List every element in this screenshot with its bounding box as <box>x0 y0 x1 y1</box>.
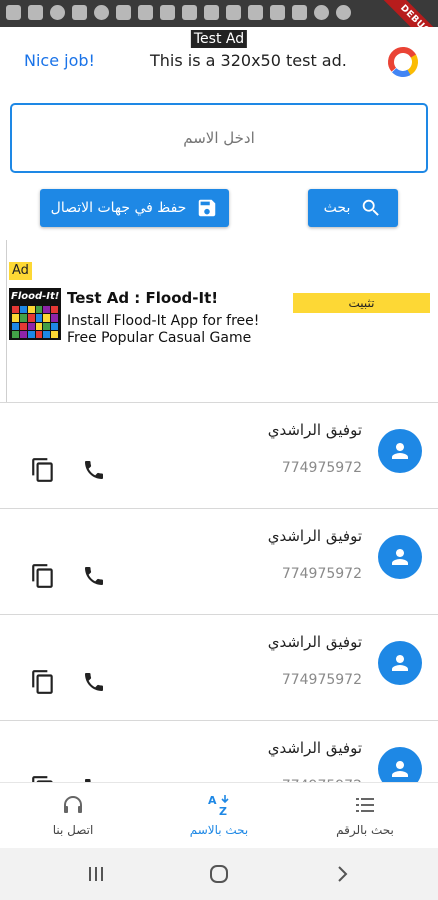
contact-card[interactable]: توفيق الراشدي 774975972 <box>0 508 438 612</box>
notification-icon <box>138 5 153 20</box>
alarm-icon <box>94 5 109 20</box>
bottom-nav: اتصل بنا A Z بحث بالاسم بحث بالرقم <box>0 782 438 848</box>
system-nav-bar <box>0 848 438 900</box>
phone-icon <box>85 673 103 691</box>
call-button[interactable] <box>80 456 108 484</box>
wifi-icon <box>50 5 65 20</box>
sort-az-icon: A Z <box>208 794 229 817</box>
copy-icon <box>32 458 53 482</box>
avatar <box>378 535 422 579</box>
contact-card[interactable]: توفيق الراشدي 774975972 <box>0 614 438 718</box>
whatsapp-icon <box>314 5 329 20</box>
contact-number: 774975972 <box>281 460 362 476</box>
contact-list[interactable]: توفيق الراشدي 774975972 توفيق الراشدي 77… <box>0 402 438 782</box>
person-icon <box>392 655 408 671</box>
notification-icon <box>72 5 87 20</box>
copy-button[interactable] <box>29 456 57 484</box>
banner-ad[interactable]: Test Ad Nice job! This is a 320x50 test … <box>0 27 438 95</box>
home-icon[interactable] <box>207 862 231 886</box>
banner-ad-label: Test Ad <box>190 30 248 48</box>
contact-name: توفيق الراشدي <box>267 633 362 651</box>
contact-name: توفيق الراشدي <box>267 527 362 545</box>
person-icon <box>392 761 408 777</box>
nav-search-by-name-label: بحث بالاسم <box>189 823 249 837</box>
save-to-contacts-label: حفظ في جهات الاتصال <box>50 200 187 216</box>
notification-icon <box>182 5 197 20</box>
ad-install-button[interactable]: تثبيت <box>293 293 430 313</box>
search-icon <box>363 199 380 216</box>
banner-ad-body-text: This is a 320x50 test ad. <box>150 51 347 70</box>
list-numbered-icon <box>356 798 374 812</box>
nav-contact-us[interactable]: اتصل بنا <box>0 783 146 849</box>
ad-title[interactable]: Test Ad : Flood-It! <box>67 289 218 307</box>
notification-icon <box>226 5 241 20</box>
person-icon <box>392 443 408 459</box>
copy-button[interactable] <box>29 774 57 782</box>
copy-button[interactable] <box>29 562 57 590</box>
svg-text:A: A <box>208 794 217 807</box>
ad-app-icon-grid <box>12 306 58 338</box>
nav-search-by-name[interactable]: A Z بحث بالاسم <box>146 783 292 849</box>
phone-icon <box>85 567 103 585</box>
call-button[interactable] <box>80 668 108 696</box>
contact-number: 774975972 <box>281 566 362 582</box>
ad-app-icon-title: Flood-It! <box>11 291 60 302</box>
notification-icon <box>116 5 131 20</box>
status-icons <box>6 5 351 20</box>
save-icon <box>199 199 216 217</box>
name-input-box[interactable] <box>10 103 428 173</box>
contact-number: 774975972 <box>281 672 362 688</box>
nav-search-by-number-label: بحث بالرقم <box>336 823 394 837</box>
status-bar: DEBUG <box>0 0 438 58</box>
notification-icon <box>160 5 175 20</box>
call-button[interactable] <box>80 774 108 782</box>
banner-ad-nice-text: Nice job! <box>24 51 95 70</box>
name-search-input[interactable] <box>12 105 426 171</box>
headset-icon <box>64 796 82 813</box>
nav-search-by-number[interactable]: بحث بالرقم <box>292 783 438 849</box>
ad-body: Install Flood-It App for free! Free Popu… <box>67 313 260 346</box>
recents-icon[interactable] <box>84 862 108 886</box>
copy-icon <box>32 564 53 588</box>
copy-button[interactable] <box>29 668 57 696</box>
notification-icon <box>336 5 351 20</box>
search-button[interactable]: بحث <box>308 189 398 227</box>
notification-icon <box>270 5 285 20</box>
copy-icon <box>32 776 53 782</box>
notification-icon <box>204 5 219 20</box>
contact-card[interactable]: توفيق الراشدي 774975972 <box>0 720 438 782</box>
contact-name: توفيق الراشدي <box>267 739 362 757</box>
avatar <box>378 429 422 473</box>
search-button-label: بحث <box>323 200 351 216</box>
phone-icon <box>85 461 103 479</box>
notification-icon <box>6 5 21 20</box>
person-icon <box>392 549 408 565</box>
ad-app-icon[interactable]: Flood-It! <box>9 288 61 340</box>
ad-logo-icon <box>388 47 418 77</box>
ad-badge: Ad <box>9 262 32 280</box>
notification-icon <box>248 5 263 20</box>
call-button[interactable] <box>80 562 108 590</box>
back-icon[interactable] <box>330 862 354 886</box>
avatar <box>378 747 422 782</box>
contact-name: توفيق الراشدي <box>267 421 362 439</box>
native-ad-border <box>0 240 7 410</box>
avatar <box>378 641 422 685</box>
svg-text:Z: Z <box>219 805 227 817</box>
contact-card[interactable]: توفيق الراشدي 774975972 <box>0 402 438 506</box>
notification-icon <box>28 5 43 20</box>
save-to-contacts-button[interactable]: حفظ في جهات الاتصال <box>40 189 229 227</box>
copy-icon <box>32 670 53 694</box>
nav-contact-us-label: اتصل بنا <box>52 823 94 837</box>
notification-icon <box>292 5 307 20</box>
